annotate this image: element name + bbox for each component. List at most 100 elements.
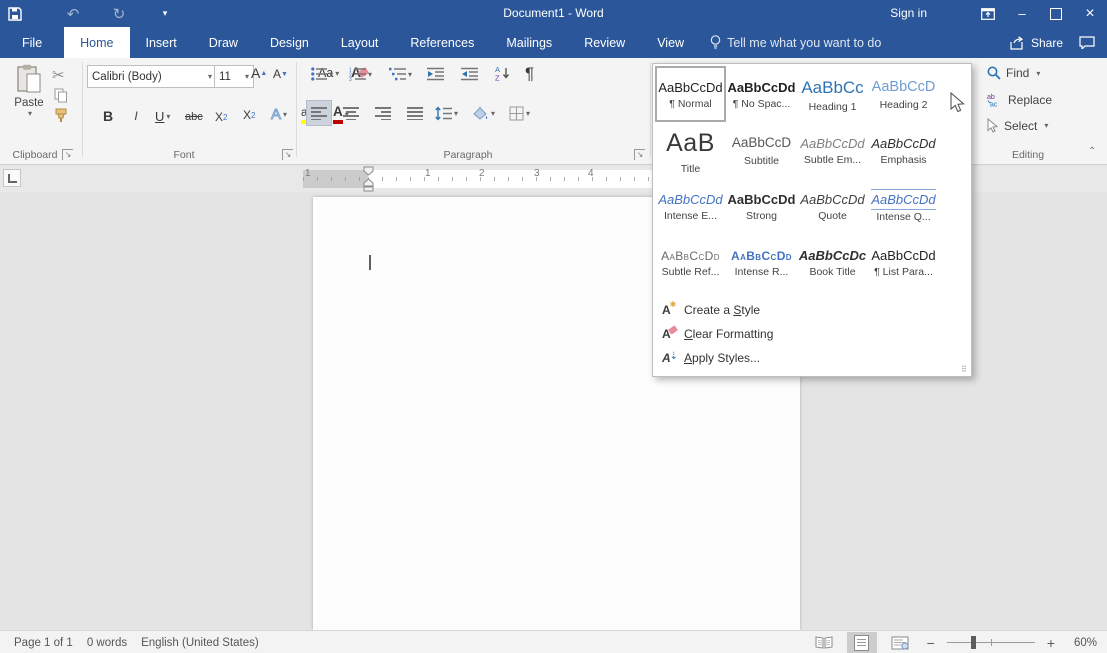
tab-design[interactable]: Design <box>254 27 325 58</box>
underline-button[interactable]: U▾ <box>154 104 171 128</box>
tab-review[interactable]: Review <box>568 27 641 58</box>
clear-formatting-menu-item[interactable]: A Clear Formatting <box>653 322 971 346</box>
increase-indent-button[interactable] <box>460 66 479 82</box>
decrease-indent-button[interactable] <box>426 66 445 82</box>
justify-button[interactable] <box>402 100 428 126</box>
numbering-button[interactable]: 123▾ <box>348 66 373 82</box>
tab-draw[interactable]: Draw <box>193 27 254 58</box>
paste-dropdown-arrow[interactable]: ▾ <box>10 109 50 118</box>
font-name-combo[interactable]: Calibri (Body)▾ <box>87 65 217 88</box>
borders-button[interactable]: ▾ <box>508 100 531 126</box>
paste-button[interactable]: Paste ▾ <box>8 64 50 118</box>
tab-file[interactable]: File <box>0 27 64 58</box>
bold-button[interactable]: B <box>98 104 118 128</box>
indent-markers[interactable] <box>362 166 375 192</box>
style-list-paragraph[interactable]: AaBbCcDd¶ List Para... <box>868 234 939 290</box>
tab-view[interactable]: View <box>641 27 700 58</box>
style-quote[interactable]: AaBbCcDdQuote <box>797 178 868 234</box>
style-subtle-reference[interactable]: AaBbCcDdSubtle Ref... <box>655 234 726 290</box>
zoom-in-button[interactable]: + <box>1043 635 1059 651</box>
minimize-button[interactable]: – <box>1005 0 1039 27</box>
tab-stop-selector[interactable] <box>3 169 21 187</box>
tab-references[interactable]: References <box>394 27 490 58</box>
style-book-title[interactable]: AaBbCcDcBook Title <box>797 234 868 290</box>
style-subtitle[interactable]: AaBbCcDSubtitle <box>726 122 797 178</box>
clipboard-dialog-launcher-icon[interactable]: ↘ <box>62 149 73 160</box>
style-strong[interactable]: AaBbCcDdStrong <box>726 178 797 234</box>
shrink-font-button[interactable]: A▼ <box>272 66 289 82</box>
share-button[interactable]: Share <box>1009 36 1063 50</box>
italic-button[interactable]: I <box>128 104 144 128</box>
style-subtle-emphasis[interactable]: AaBbCcDdSubtle Em... <box>797 122 868 178</box>
show-paragraph-marks-button[interactable]: ¶ <box>524 63 535 85</box>
read-mode-button[interactable] <box>809 632 839 653</box>
text-cursor <box>369 255 371 270</box>
line-spacing-button[interactable]: ▾ <box>434 100 459 126</box>
ribbon-display-options-icon[interactable] <box>971 0 1005 27</box>
sign-in-link[interactable]: Sign in <box>890 0 927 27</box>
replace-button[interactable]: abac Replace <box>986 91 1053 108</box>
page-indicator[interactable]: Page 1 of 1 <box>14 637 73 649</box>
zoom-out-button[interactable]: − <box>923 635 939 651</box>
tab-insert[interactable]: Insert <box>130 27 193 58</box>
window-controls: – × <box>971 0 1107 27</box>
bullets-button[interactable]: ▾ <box>310 66 334 82</box>
tab-stop-icon <box>8 174 17 183</box>
zoom-level[interactable]: 60% <box>1067 637 1097 649</box>
panel-resize-grip[interactable]: ⠿ <box>961 366 969 374</box>
create-style-menu-item[interactable]: A✱ Create a Style <box>653 298 971 322</box>
superscript-button[interactable]: X2 <box>242 103 256 127</box>
multilevel-list-button[interactable]: ▾ <box>388 66 413 82</box>
style-no-spacing[interactable]: AaBbCcDd¶ No Spac... <box>726 66 797 122</box>
tab-layout[interactable]: Layout <box>325 27 395 58</box>
style-intense-reference[interactable]: AaBbCcDdIntense R... <box>726 234 797 290</box>
apply-styles-menu-item[interactable]: A⇣ Apply Styles... <box>653 346 971 370</box>
zoom-slider[interactable] <box>947 642 1035 643</box>
paragraph-group: ▾ 123▾ ▾ AZ ¶ ▾ <box>298 58 650 163</box>
close-button[interactable]: × <box>1073 0 1107 27</box>
copy-icon[interactable] <box>54 88 68 106</box>
format-painter-icon[interactable] <box>54 108 69 126</box>
font-size-combo[interactable]: 11▾ <box>214 65 254 88</box>
style-emphasis[interactable]: AaBbCcDdEmphasis <box>868 122 939 178</box>
grow-font-button[interactable]: A▲ <box>250 64 268 82</box>
subscript-button[interactable]: X2 <box>214 105 228 129</box>
lightbulb-icon <box>710 35 721 50</box>
print-layout-button[interactable] <box>847 632 877 653</box>
svg-text:3: 3 <box>349 77 352 81</box>
select-button[interactable]: Select▾ <box>986 117 1049 134</box>
style-heading-1[interactable]: AaBbCcHeading 1 <box>797 66 868 122</box>
word-window: ↶ ↻ ▾ Document1 - Word Sign in – × File … <box>0 0 1107 653</box>
style-intense-quote[interactable]: AaBbCcDdIntense Q... <box>868 178 939 234</box>
style-intense-emphasis[interactable]: AaBbCcDdIntense E... <box>655 178 726 234</box>
zoom-slider-thumb[interactable] <box>971 636 976 649</box>
web-layout-button[interactable] <box>885 632 915 653</box>
language-indicator[interactable]: English (United States) <box>141 637 259 649</box>
word-count[interactable]: 0 words <box>87 637 127 649</box>
align-center-button[interactable] <box>338 100 364 126</box>
strikethrough-button[interactable]: abc <box>184 106 204 128</box>
find-button[interactable]: Find▾ <box>986 65 1041 81</box>
comment-icon[interactable] <box>1079 36 1095 49</box>
tab-home[interactable]: Home <box>64 27 129 58</box>
text-effects-button[interactable]: A▾ <box>270 102 288 126</box>
style-heading-2[interactable]: AaBbCcDHeading 2 <box>868 66 939 122</box>
sort-button[interactable]: AZ <box>494 64 512 82</box>
title-bar: ↶ ↻ ▾ Document1 - Word Sign in – × <box>0 0 1107 27</box>
cut-icon[interactable]: ✂ <box>52 66 65 84</box>
paragraph-dialog-launcher-icon[interactable]: ↘ <box>634 149 645 160</box>
editing-group-label: Editing <box>980 149 1076 161</box>
shading-button[interactable]: ▾ <box>470 100 496 126</box>
font-dialog-launcher-icon[interactable]: ↘ <box>282 149 293 160</box>
align-right-icon <box>375 107 391 120</box>
clipboard-group-label: Clipboard <box>0 149 70 161</box>
align-right-button[interactable] <box>370 100 396 126</box>
align-center-icon <box>343 107 359 120</box>
style-title[interactable]: AaBTitle <box>655 122 726 178</box>
align-left-button[interactable] <box>306 100 332 126</box>
collapse-ribbon-icon[interactable]: ⌃ <box>1088 146 1096 157</box>
maximize-button[interactable] <box>1039 0 1073 27</box>
tell-me-box[interactable]: Tell me what you want to do <box>710 27 881 58</box>
tab-mailings[interactable]: Mailings <box>490 27 568 58</box>
style-normal[interactable]: AaBbCcDd¶ Normal <box>655 66 726 122</box>
